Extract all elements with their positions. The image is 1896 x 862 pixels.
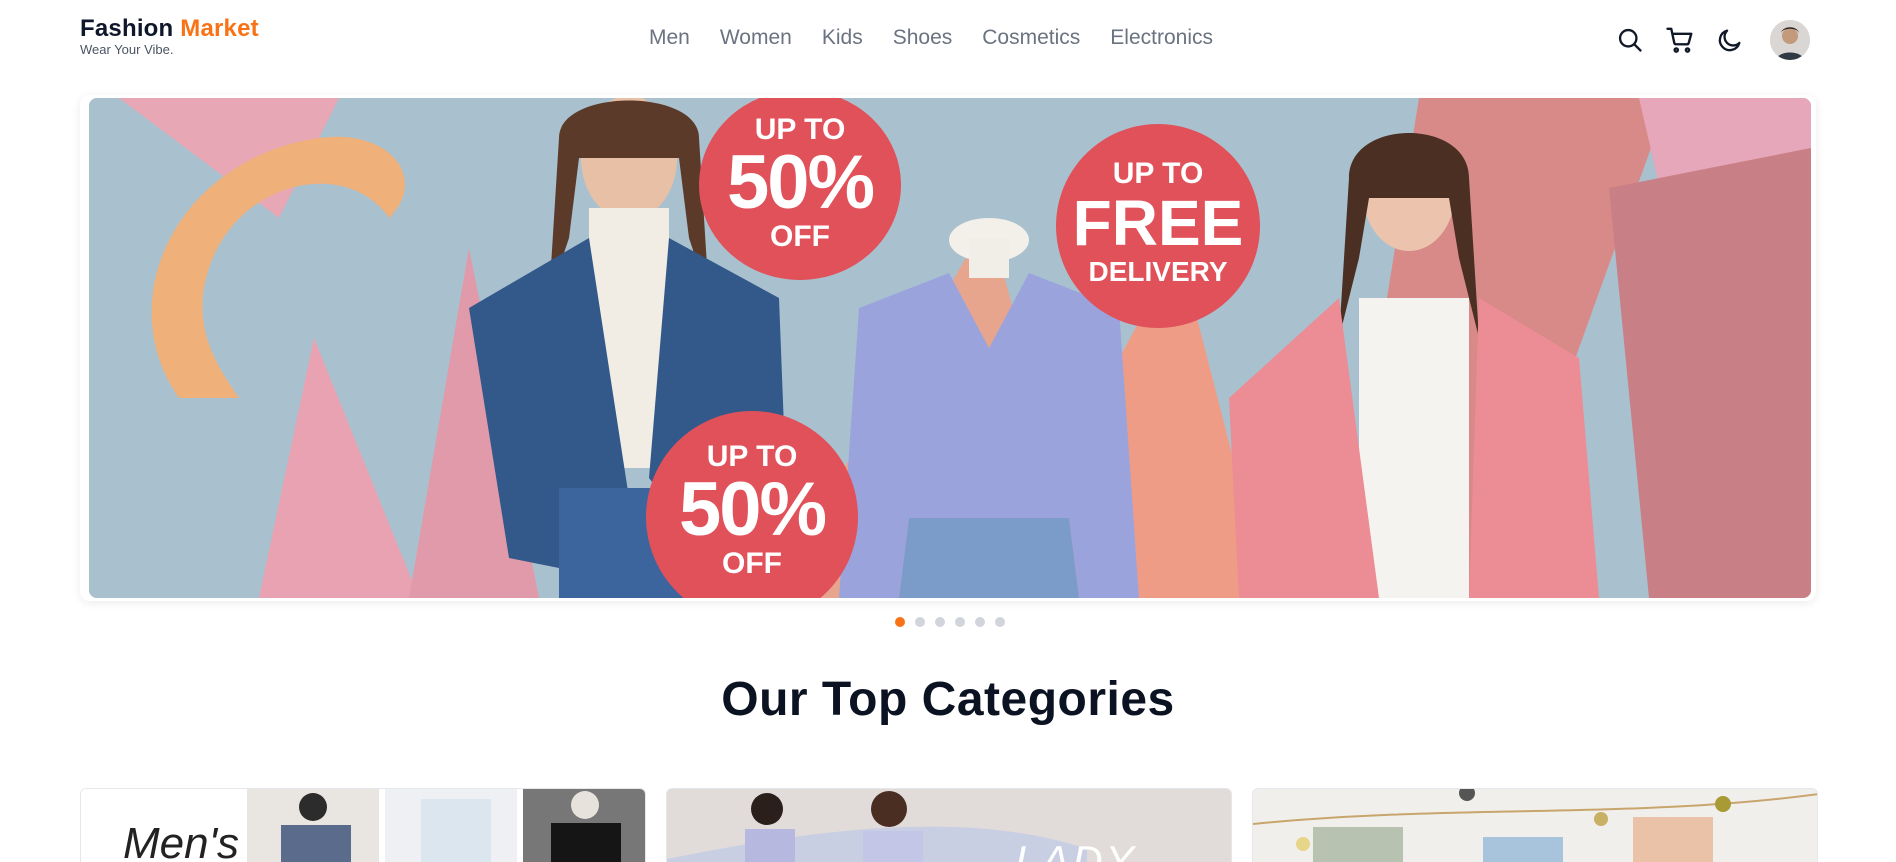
promo-badge-discount: UP TO 50% OFF [699,98,901,280]
search-button[interactable] [1614,24,1646,56]
promo-badge-delivery: UP TO FREE DELIVERY [1056,124,1260,328]
carousel-indicators [895,617,1005,627]
brand-tagline: Wear Your Vibe. [80,42,174,57]
hero-carousel[interactable]: UP TO 50% OFF UP TO FREE DELIVERY UP TO … [80,95,1816,601]
search-icon [1618,28,1642,52]
nav-item-men[interactable]: Men [649,24,690,52]
category-card-women-label: LADY [1015,837,1137,862]
nav-item-women[interactable]: Women [720,24,792,52]
badge-line-1: UP TO [1112,157,1204,190]
cart-button[interactable] [1664,24,1696,56]
carousel-dot-4[interactable] [955,617,965,627]
nav-item-kids[interactable]: Kids [822,24,863,52]
category-card-men[interactable]: Men's [80,788,646,862]
carousel-dot-6[interactable] [995,617,1005,627]
category-card-women-image [667,789,1231,862]
badge-line-2: FREE [1072,187,1244,259]
category-card-men-label: Men's [123,819,239,862]
badge-line-2: 50% [678,467,827,552]
category-card-kids[interactable] [1252,788,1818,862]
carousel-dot-1[interactable] [895,617,905,627]
avatar-image [1770,20,1810,60]
badge-line-3: DELIVERY [1088,256,1228,287]
carousel-dot-3[interactable] [935,617,945,627]
brand-name: Fashion Market [80,16,259,42]
badge-line-2: 50% [726,140,875,225]
cart-icon [1666,27,1693,53]
section-title: Our Top Categories [721,673,1175,726]
brand-name-accent: Market [180,15,259,42]
carousel-dot-2[interactable] [915,617,925,627]
brand-logo[interactable]: Fashion Market Wear Your Vibe. [80,16,259,57]
theme-toggle-button[interactable] [1714,24,1746,56]
hero-illustration [89,98,1811,598]
nav-item-electronics[interactable]: Electronics [1110,24,1213,52]
avatar[interactable] [1770,20,1810,60]
badge-line-3: OFF [770,220,830,253]
site-header: Fashion Market Wear Your Vibe. Men Women… [0,0,1896,78]
main-nav: Men Women Kids Shoes Cosmetics Electroni… [649,24,1213,52]
brand-name-primary: Fashion [80,15,174,42]
badge-line-3: OFF [722,547,782,580]
category-cards: Men's LADY [80,788,1818,862]
header-actions [1614,20,1810,60]
nav-item-cosmetics[interactable]: Cosmetics [982,24,1080,52]
category-card-kids-image [1253,789,1817,862]
category-card-women[interactable]: LADY [666,788,1232,862]
moon-icon [1718,29,1741,52]
hero-slide: UP TO 50% OFF UP TO FREE DELIVERY UP TO … [89,98,1811,598]
nav-item-shoes[interactable]: Shoes [893,24,953,52]
carousel-dot-5[interactable] [975,617,985,627]
